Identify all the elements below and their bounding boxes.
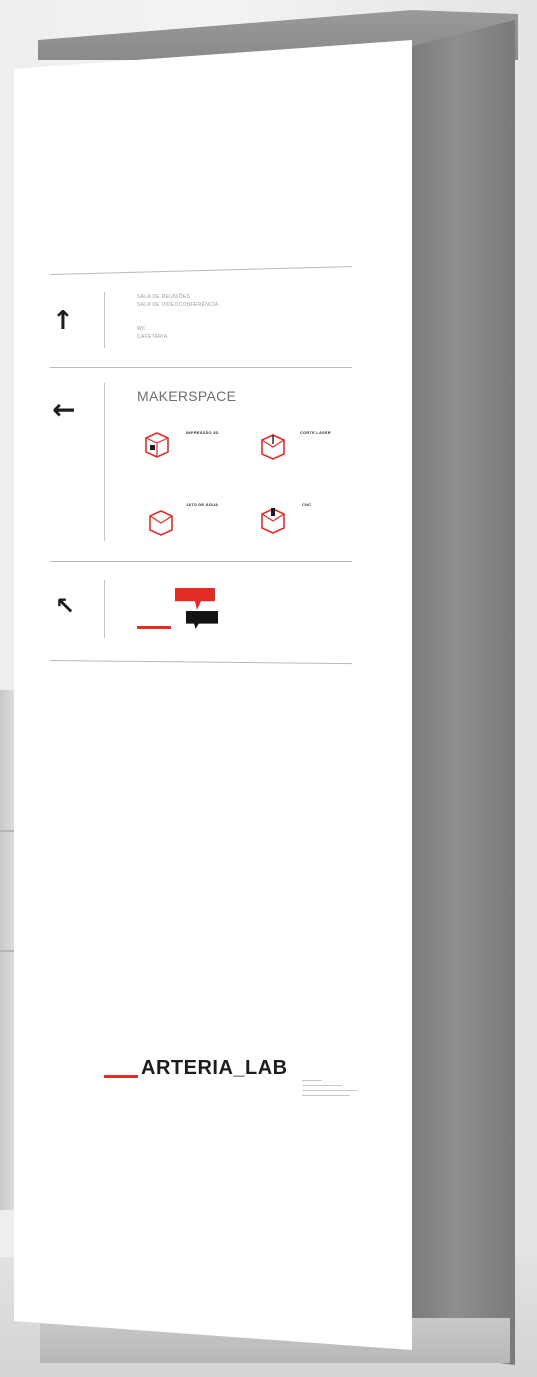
- divider-1: [50, 367, 352, 368]
- cube-water-icon: [149, 510, 173, 536]
- destination-line-1: SALA DE REUNIÕES: [137, 294, 191, 300]
- section-1-vline: [104, 292, 105, 348]
- item-label-3d: IMPRESSÃO 3D: [186, 430, 219, 435]
- logo-underline: [137, 626, 171, 629]
- cube-3d-icon: [145, 432, 169, 458]
- destination-line-4: CAFETARIA: [137, 334, 168, 340]
- section-2-vline: [104, 383, 105, 541]
- totem-side: [410, 20, 515, 1365]
- cube-laser-icon: [261, 434, 285, 460]
- section-3-vline: [104, 580, 105, 638]
- makerspace-heading: MAKERSPACE: [137, 388, 237, 404]
- brand-name: ARTERIA_LAB: [141, 1057, 288, 1079]
- divider-2: [50, 561, 352, 562]
- arrow-up-icon: ↑: [52, 306, 74, 336]
- destination-line-3: WC: [137, 326, 146, 332]
- brand-dash: [104, 1075, 138, 1078]
- item-label-water: JATO DE ÁGUA: [186, 502, 219, 507]
- destination-line-2: SALA DE VIDEOCONFERÊNCIA: [137, 302, 219, 308]
- arrow-up-left-icon: ↖: [55, 592, 76, 620]
- cube-cnc-icon: [261, 508, 285, 534]
- sign-panel: [14, 40, 412, 1350]
- item-label-laser: CORTE LASER: [300, 430, 331, 435]
- brand-fine-print: [302, 1080, 364, 1100]
- background-wall: [0, 690, 16, 1210]
- arrow-left-icon: ←: [52, 393, 76, 426]
- scene: ↑ SALA DE REUNIÕES SALA DE VIDEOCONFERÊN…: [0, 0, 537, 1377]
- item-label-cnc: CNC: [302, 502, 312, 507]
